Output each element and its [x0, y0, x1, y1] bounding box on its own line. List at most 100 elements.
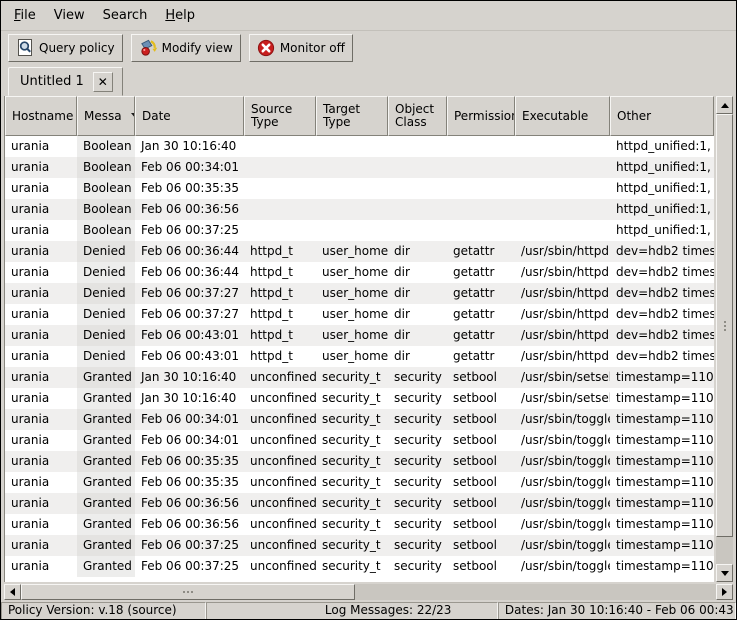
cell-permission: setbool [447, 409, 515, 430]
cell-date: Feb 06 00:36:44 [135, 262, 244, 283]
scroll-right-button[interactable] [716, 584, 733, 600]
cell-hostname: urania [5, 136, 77, 157]
scrollbar-grip-icon [724, 321, 726, 331]
cell-other: dev=hdb2 timesta [610, 241, 714, 262]
table-row[interactable]: urania Granted Feb 06 00:34:01 unconfine… [5, 409, 714, 430]
table-row[interactable]: urania Boolean Feb 06 00:37:25 httpd_uni… [5, 220, 714, 241]
cell-executable [515, 220, 610, 241]
table-row[interactable]: urania Granted Feb 06 00:37:25 unconfine… [5, 556, 714, 577]
cell-permission: setbool [447, 514, 515, 535]
column-header-executable[interactable]: Executable [515, 96, 610, 136]
arrow-right-icon [722, 588, 727, 596]
cell-executable: /usr/sbin/toggle [515, 430, 610, 451]
cell-date: Feb 06 00:37:25 [135, 556, 244, 577]
cell-source-type: unconfined_ [244, 535, 316, 556]
table-row[interactable]: urania Granted Feb 06 00:36:56 unconfine… [5, 514, 714, 535]
cell-other: httpd_unified:1, h [610, 157, 714, 178]
cell-target-type: user_home_ [316, 241, 388, 262]
cell-object-class [388, 178, 447, 199]
vertical-scrollbar-thumb[interactable] [716, 114, 733, 537]
column-header-permission[interactable]: Permission [447, 96, 515, 136]
query-policy-button[interactable]: Query policy [8, 34, 123, 62]
table-row[interactable]: urania Granted Feb 06 00:34:01 unconfine… [5, 430, 714, 451]
scroll-up-button[interactable] [716, 96, 733, 114]
cell-target-type: user_home_ [316, 283, 388, 304]
cell-message: Denied [77, 325, 135, 346]
monitor-off-label: Monitor off [280, 41, 345, 55]
dates-status: Dates: Jan 30 10:16:40 - Feb 06 00:43:01 [498, 602, 736, 620]
cell-date: Feb 06 00:37:25 [135, 535, 244, 556]
table-row[interactable]: urania Granted Jan 30 10:16:40 unconfine… [5, 367, 714, 388]
cell-permission: getattr [447, 325, 515, 346]
scroll-left-button[interactable] [4, 584, 21, 600]
table-row[interactable]: urania Granted Feb 06 00:35:35 unconfine… [5, 451, 714, 472]
table-row[interactable]: urania Boolean Jan 30 10:16:40 httpd_uni… [5, 136, 714, 157]
cell-object-class: dir [388, 241, 447, 262]
tab-close-button[interactable]: ✕ [93, 72, 113, 92]
cell-object-class [388, 220, 447, 241]
cell-hostname: urania [5, 283, 77, 304]
table-row[interactable]: urania Denied Feb 06 00:36:44 httpd_t us… [5, 241, 714, 262]
table-row[interactable]: urania Granted Jan 30 10:16:40 unconfine… [5, 388, 714, 409]
cell-other: timestamp=11071 [610, 388, 714, 409]
column-header-source-type[interactable]: Source Type [244, 96, 316, 136]
column-header-hostname[interactable]: Hostname [5, 96, 77, 136]
cell-message: Denied [77, 283, 135, 304]
cell-target-type [316, 220, 388, 241]
cell-message: Granted [77, 430, 135, 451]
table-row[interactable]: urania Granted Feb 06 00:37:25 unconfine… [5, 535, 714, 556]
cell-date: Feb 06 00:34:01 [135, 409, 244, 430]
cell-other: httpd_unified:1, h [610, 199, 714, 220]
horizontal-scrollbar-track[interactable] [355, 584, 716, 600]
column-header-date[interactable]: Date [135, 96, 244, 136]
table-row[interactable]: urania Boolean Feb 06 00:34:01 httpd_uni… [5, 157, 714, 178]
horizontal-scrollbar-thumb[interactable] [21, 584, 355, 600]
document-magnifier-icon [16, 38, 35, 57]
cell-other: httpd_unified:1, h [610, 136, 714, 157]
column-header-object-class[interactable]: Object Class [388, 96, 447, 136]
cell-hostname: urania [5, 157, 77, 178]
column-header-message[interactable]: Messa [77, 96, 135, 136]
table-row[interactable]: urania Denied Feb 06 00:43:01 httpd_t us… [5, 346, 714, 367]
table-row[interactable]: urania Denied Feb 06 00:37:27 httpd_t us… [5, 283, 714, 304]
menu-search[interactable]: Search [94, 5, 157, 26]
policy-version-status: Policy Version: v.18 (source) [1, 602, 206, 620]
table-row[interactable]: urania Granted Feb 06 00:35:35 unconfine… [5, 472, 714, 493]
cell-object-class: security [388, 493, 447, 514]
table-row[interactable]: urania Boolean Feb 06 00:35:35 httpd_uni… [5, 178, 714, 199]
vertical-scrollbar[interactable] [716, 96, 733, 582]
cell-other: timestamp=11076 [610, 535, 714, 556]
menu-view[interactable]: View [45, 5, 94, 26]
cell-object-class: security [388, 535, 447, 556]
cell-hostname: urania [5, 430, 77, 451]
table-row[interactable]: urania Denied Feb 06 00:37:27 httpd_t us… [5, 304, 714, 325]
cell-date: Jan 30 10:16:40 [135, 136, 244, 157]
cell-target-type: security_t [316, 493, 388, 514]
cell-other: dev=hdb2 timesta [610, 262, 714, 283]
vertical-scrollbar-track[interactable] [716, 537, 733, 564]
table-row[interactable]: urania Boolean Feb 06 00:36:56 httpd_uni… [5, 199, 714, 220]
modify-view-button[interactable]: Modify view [131, 34, 241, 62]
table-row[interactable]: urania Denied Feb 06 00:36:44 httpd_t us… [5, 262, 714, 283]
cell-executable: /usr/sbin/httpd [515, 241, 610, 262]
cell-permission: setbool [447, 451, 515, 472]
cell-other: dev=hdb2 timesta [610, 346, 714, 367]
cell-object-class [388, 199, 447, 220]
horizontal-scrollbar[interactable] [4, 584, 733, 600]
cell-date: Feb 06 00:43:01 [135, 325, 244, 346]
menu-help[interactable]: Help [156, 5, 204, 26]
monitor-off-button[interactable]: Monitor off [249, 34, 353, 62]
cell-message: Boolean [77, 136, 135, 157]
cell-object-class: security [388, 430, 447, 451]
table-row[interactable]: urania Granted Feb 06 00:36:56 unconfine… [5, 493, 714, 514]
cell-hostname: urania [5, 493, 77, 514]
cell-target-type [316, 136, 388, 157]
scroll-down-button[interactable] [716, 564, 733, 582]
menu-file[interactable]: File [5, 5, 45, 26]
cell-permission [447, 199, 515, 220]
cell-message: Granted [77, 388, 135, 409]
column-header-other[interactable]: Other [610, 96, 714, 136]
table-row[interactable]: urania Denied Feb 06 00:43:01 httpd_t us… [5, 325, 714, 346]
column-header-target-type[interactable]: Target Type [316, 96, 388, 136]
tab-untitled-1[interactable]: Untitled 1 ✕ [8, 67, 123, 96]
